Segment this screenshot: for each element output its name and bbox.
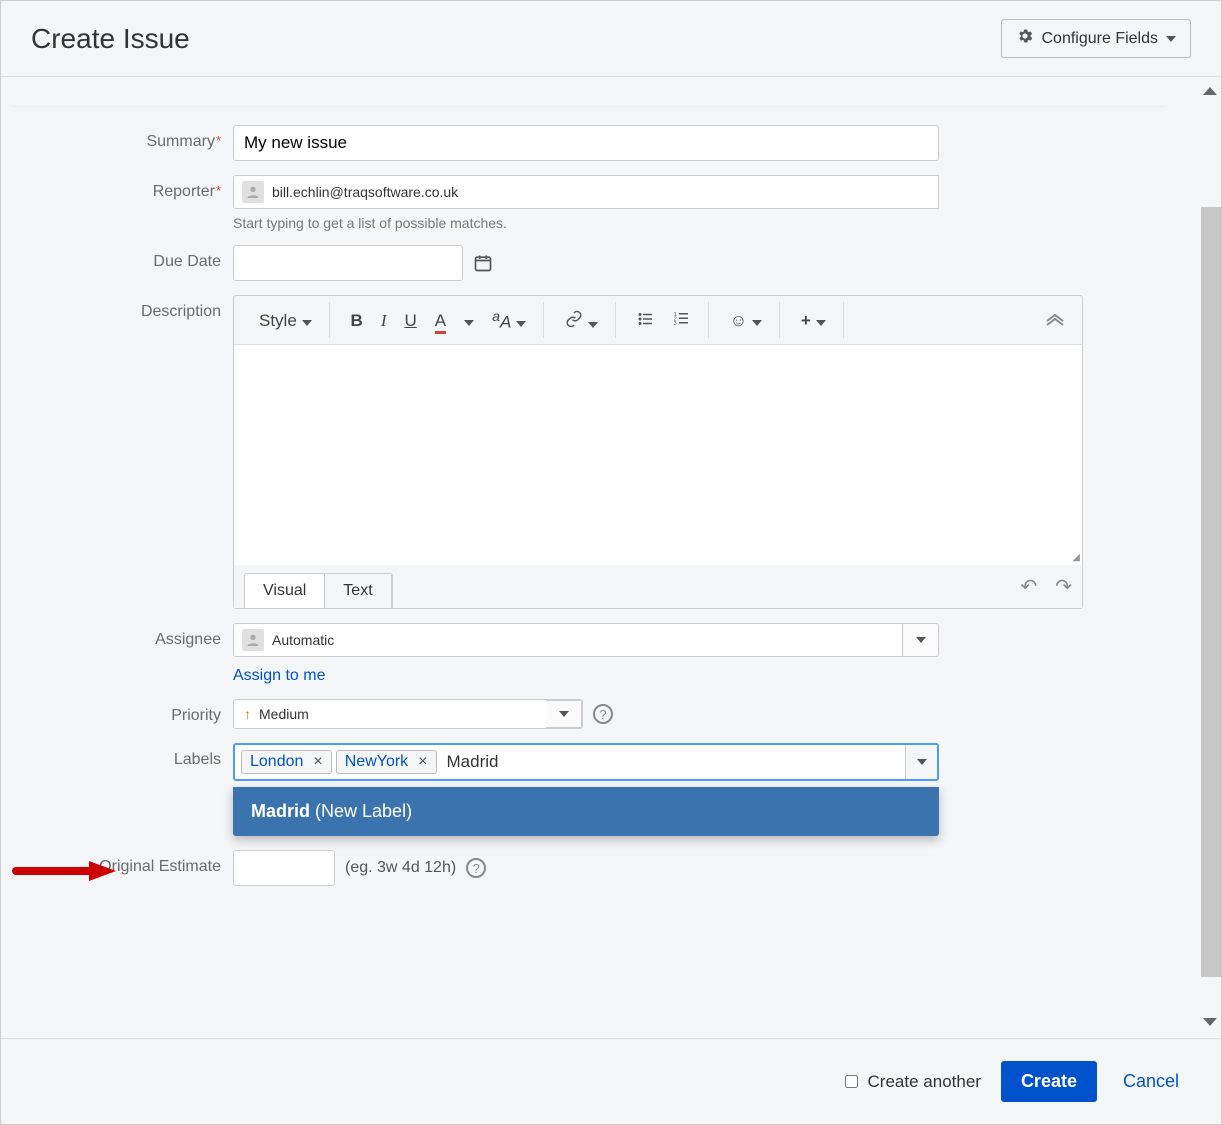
priority-label: Priority [11, 699, 233, 725]
bullet-list-icon[interactable] [628, 304, 664, 337]
svg-text:3: 3 [674, 321, 677, 327]
create-issue-dialog: Create Issue Configure Fields Summary* R… [0, 0, 1222, 1125]
underline-icon[interactable]: U [395, 306, 425, 335]
dialog-footer: Create another Create Cancel [1, 1038, 1221, 1124]
collapse-toolbar-icon[interactable] [1036, 306, 1074, 335]
priority-medium-icon: ↑ [244, 706, 251, 722]
link-icon[interactable] [556, 304, 607, 337]
labels-input[interactable]: London × NewYork × Madrid [233, 743, 939, 781]
description-label: Description [11, 295, 233, 321]
bold-icon[interactable]: B [342, 306, 372, 335]
issue-form: Summary* Reporter* bill.echlin@traqsoftw… [1, 81, 1221, 925]
clear-format-icon[interactable]: aA [483, 304, 535, 337]
color-dropdown-icon[interactable] [455, 306, 483, 335]
resize-handle-icon[interactable]: ◢ [1072, 552, 1080, 563]
dialog-title: Create Issue [31, 23, 190, 55]
avatar-icon [242, 629, 264, 651]
assignee-label: Assignee [11, 623, 233, 649]
estimate-hint: (eg. 3w 4d 12h) [345, 859, 456, 877]
rich-text-editor: Style B I U A aA [233, 295, 1083, 609]
reporter-input[interactable]: bill.echlin@traqsoftware.co.uk [233, 175, 939, 209]
tab-text[interactable]: Text [325, 574, 391, 608]
number-list-icon[interactable]: 123 [664, 304, 700, 337]
rte-toolbar: Style B I U A aA [234, 296, 1082, 345]
redo-icon[interactable]: ↷ [1055, 574, 1072, 599]
insert-more-icon[interactable]: + [792, 306, 835, 335]
labels-dropdown-button[interactable] [905, 745, 937, 779]
original-estimate-label: Original Estimate [11, 850, 233, 876]
assignee-input[interactable]: Automatic [233, 623, 903, 657]
reporter-value: bill.echlin@traqsoftware.co.uk [272, 184, 458, 200]
dialog-header: Create Issue Configure Fields [1, 1, 1221, 77]
configure-fields-label: Configure Fields [1042, 30, 1159, 48]
configure-fields-button[interactable]: Configure Fields [1001, 19, 1192, 58]
assign-to-me-link[interactable]: Assign to me [233, 667, 325, 684]
avatar-icon [242, 181, 264, 203]
assignee-dropdown-button[interactable] [903, 623, 939, 657]
calendar-icon[interactable] [473, 253, 493, 273]
tab-visual[interactable]: Visual [245, 574, 325, 608]
italic-icon[interactable]: I [372, 306, 396, 335]
priority-value: Medium [259, 706, 309, 722]
duedate-input[interactable] [233, 245, 463, 281]
priority-select[interactable]: ↑ Medium [234, 700, 546, 728]
labels-label: Labels [11, 743, 233, 769]
reporter-label: Reporter* [11, 175, 233, 201]
create-another-checkbox[interactable]: Create another [841, 1072, 981, 1092]
create-another-input[interactable] [845, 1075, 858, 1088]
label-chip-newyork: NewYork × [336, 750, 437, 774]
cancel-button[interactable]: Cancel [1117, 1070, 1185, 1093]
help-icon[interactable]: ? [466, 858, 486, 878]
original-estimate-input[interactable] [233, 850, 335, 886]
emoji-icon[interactable]: ☺ [721, 306, 771, 335]
description-textarea[interactable]: ◢ [234, 345, 1082, 565]
label-chip-london: London × [241, 750, 332, 774]
duedate-label: Due Date [11, 245, 233, 271]
caret-down-icon [1166, 36, 1176, 42]
labels-text-entry[interactable]: Madrid [441, 749, 505, 775]
help-icon[interactable]: ? [593, 704, 613, 724]
label-suggestion-madrid[interactable]: Madrid (New Label) [233, 787, 939, 836]
priority-dropdown-button[interactable] [546, 700, 582, 728]
rte-style-dropdown[interactable]: Style [250, 306, 321, 335]
reporter-hint: Start typing to get a list of possible m… [233, 215, 1166, 231]
summary-label: Summary* [11, 125, 233, 151]
undo-icon[interactable]: ↶ [1020, 574, 1037, 599]
create-button[interactable]: Create [1001, 1061, 1097, 1102]
remove-chip-icon[interactable]: × [414, 753, 431, 771]
assignee-value: Automatic [272, 632, 334, 648]
gear-icon [1016, 27, 1034, 50]
text-color-icon[interactable]: A [426, 306, 455, 335]
remove-chip-icon[interactable]: × [309, 753, 326, 771]
summary-input[interactable] [233, 125, 939, 161]
